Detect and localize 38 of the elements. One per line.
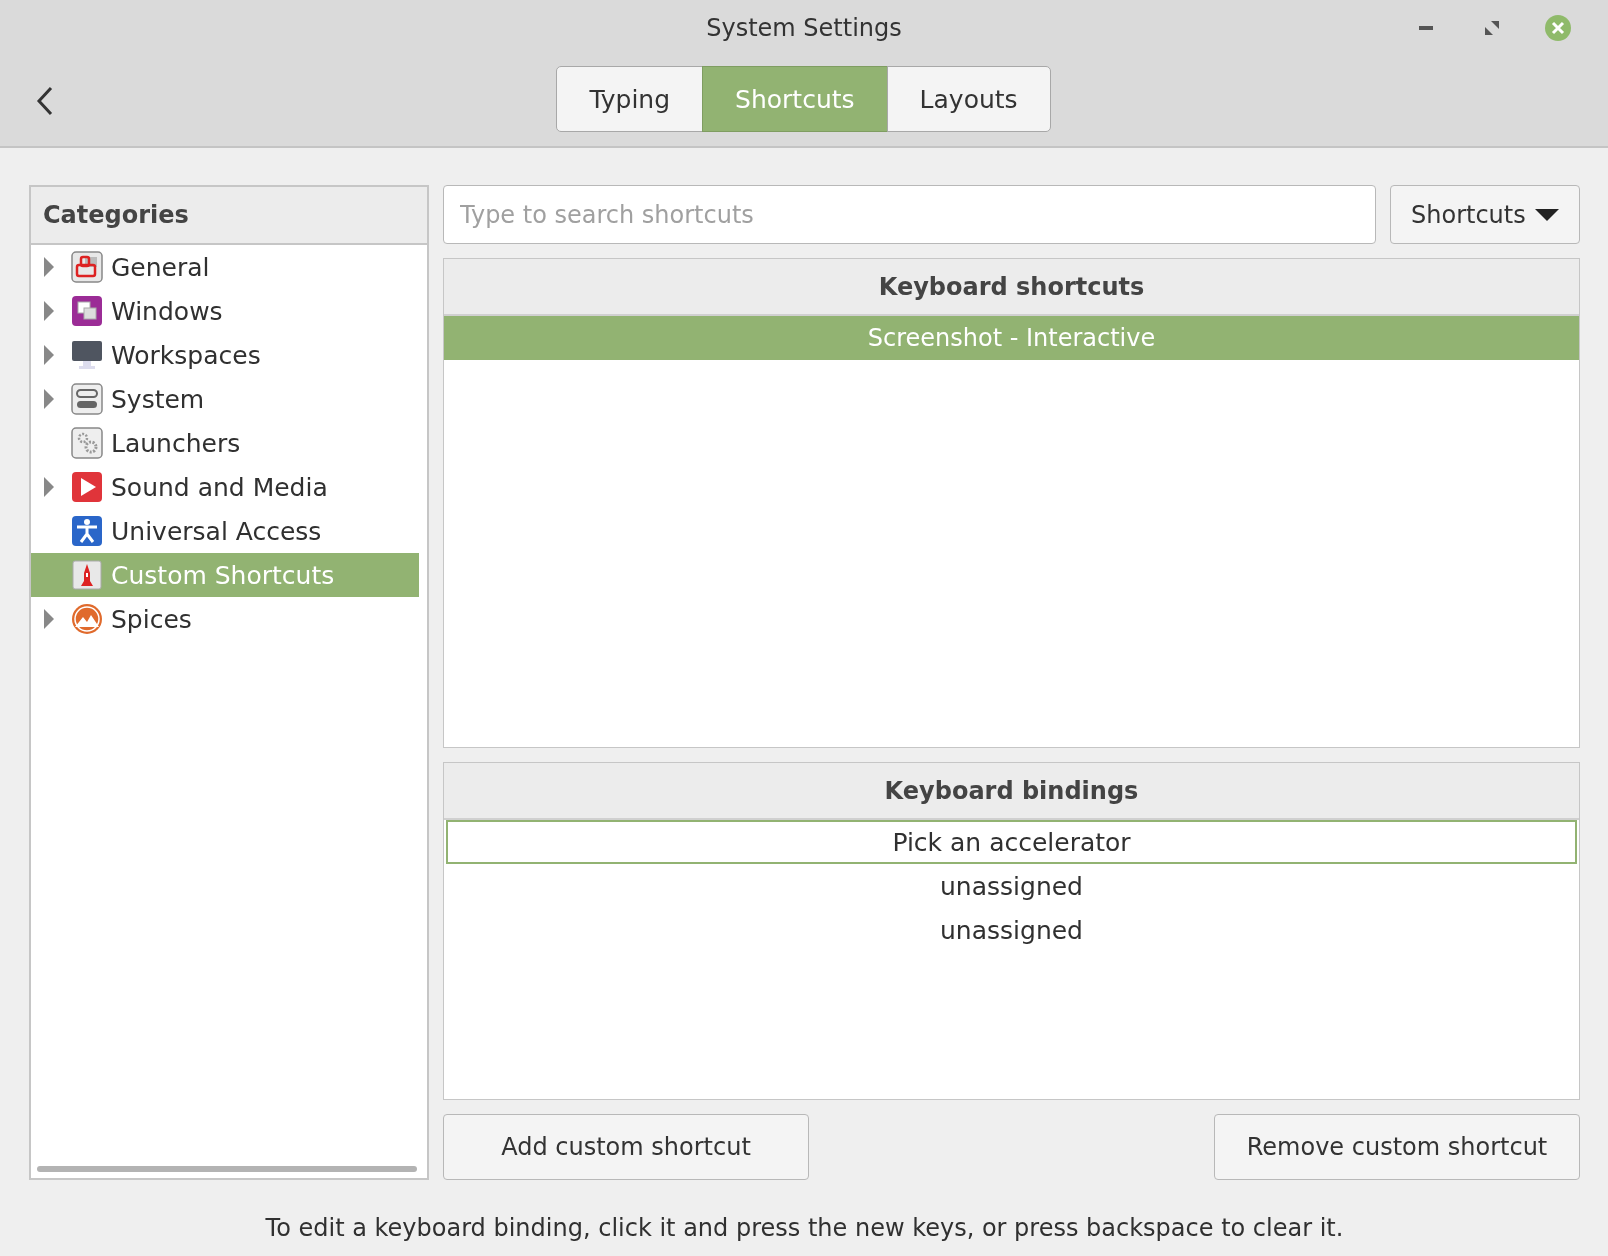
general-settings-icon	[71, 251, 103, 283]
expander-icon[interactable]	[43, 256, 55, 278]
mountain-icon	[71, 603, 103, 635]
binding-input-field[interactable]: Pick an accelerator	[446, 820, 1577, 864]
expander-icon[interactable]	[43, 388, 55, 410]
category-item[interactable]: Sound and Media	[31, 465, 419, 509]
windows-icon	[71, 295, 103, 327]
tab[interactable]: Layouts	[886, 66, 1051, 132]
expander-icon[interactable]	[43, 608, 55, 630]
category-item[interactable]: Workspaces	[31, 333, 419, 377]
hint-text: To edit a keyboard binding, click it and press the new keys, or press backspace to clear it.	[264, 1213, 1345, 1244]
category-item[interactable]: Windows	[31, 289, 419, 333]
search-field[interactable]: Type to search shortcuts	[443, 185, 1376, 244]
tab[interactable]: Typing	[556, 66, 704, 132]
window-title: System Settings	[705, 14, 903, 42]
play-icon	[71, 471, 103, 503]
column-header: Keyboard shortcuts	[444, 259, 1579, 316]
expander-icon[interactable]	[43, 344, 55, 366]
column-header: Keyboard bindings	[444, 763, 1579, 820]
close-icon[interactable]	[1544, 14, 1572, 42]
category-item[interactable]: Spices	[31, 597, 419, 641]
scrollbar[interactable]	[37, 1166, 417, 1172]
remove-shortcut-button[interactable]: Remove custom shortcut	[1214, 1114, 1580, 1180]
toggles-icon	[71, 383, 103, 415]
category-item[interactable]: General	[31, 245, 419, 289]
caret-icon	[1535, 208, 1559, 221]
categories-header: Categories	[31, 187, 427, 245]
rocket-icon	[71, 559, 103, 591]
monitor-icon	[71, 339, 103, 371]
add-shortcut-button[interactable]: Add custom shortcut	[443, 1114, 809, 1180]
expander-icon[interactable]	[43, 476, 55, 498]
shortcuts-dropdown[interactable]: Shortcuts	[1390, 185, 1580, 244]
expander-icon[interactable]	[43, 300, 55, 322]
category-item[interactable]: Universal Access	[31, 509, 419, 553]
category-item[interactable]: Launchers	[31, 421, 419, 465]
accessibility-icon	[71, 515, 103, 547]
category-item[interactable]: System	[31, 377, 419, 421]
gears-icon	[71, 427, 103, 459]
